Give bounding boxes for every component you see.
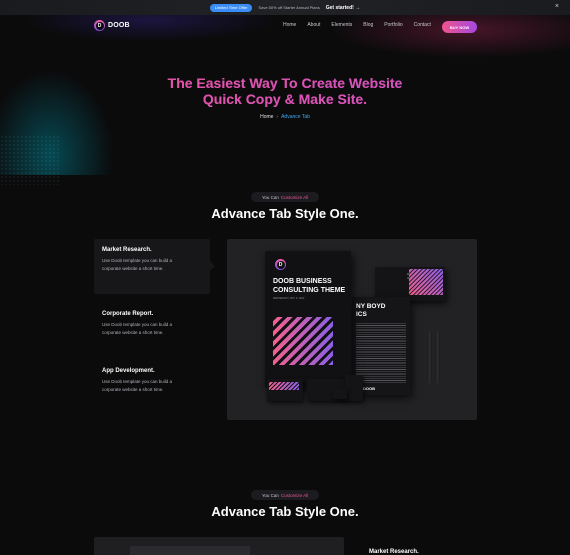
buy-now-button[interactable]: BUY NOW [442, 21, 477, 33]
nav-about[interactable]: About [307, 22, 320, 28]
breadcrumb: Home › Advance Tab [0, 114, 570, 120]
logo-icon: D [94, 20, 105, 31]
promo-text: Save 50% off Starter Annual Plans [258, 5, 320, 10]
promo-bar: Limited Time Offer Save 50% off Starter … [0, 0, 570, 15]
tab-market-research-2[interactable]: Market Research. [369, 549, 419, 555]
get-started-link[interactable]: Get started! → [326, 5, 360, 11]
promo-tag: Limited Time Offer [209, 3, 253, 12]
dot-pattern [0, 135, 60, 185]
breadcrumb-separator: › [276, 114, 279, 120]
page-title: The Easiest Way To Create Website Quick … [0, 75, 570, 107]
logo[interactable]: D DOOB [94, 20, 130, 31]
nav-blog[interactable]: Blog [363, 22, 373, 28]
small-card-mockup [333, 389, 347, 399]
breadcrumb-home[interactable]: Home [260, 114, 273, 120]
tab-description: Use Doob template you can build a corpora… [102, 258, 173, 271]
breadcrumb-current: Advance Tab [281, 114, 310, 120]
tab-app-development[interactable]: App Development. Use Doob template you c… [94, 360, 210, 410]
page-title-line2: Quick Copy & Make Site. [0, 91, 570, 107]
pen-mockup [427, 331, 432, 383]
tab-description: Use Doob template you can build a corpora… [102, 379, 173, 392]
tab-corporate-report[interactable]: Corporate Report. Use Doob template you … [94, 303, 210, 353]
section-badge: You Can Customize All [251, 192, 319, 202]
section-badge-2: You Can Customize All [251, 490, 319, 500]
nav-contact[interactable]: Contact [414, 22, 431, 28]
close-icon[interactable]: × [555, 3, 559, 10]
nav-portfolio[interactable]: Portfolio [384, 22, 402, 28]
business-card-mockup: MODERN BRANDINGIDENTITY MOCKUP [375, 267, 445, 301]
tab-title: Market Research. [102, 247, 152, 253]
tab-title: Corporate Report. [102, 311, 154, 317]
main-nav: Home About Elements Blog Portfolio Conta… [283, 22, 431, 28]
pen-mockup [435, 331, 440, 383]
book-cover-mockup: D DOOB BUSINESS CONSULTING THEME WEDNESD… [265, 251, 351, 387]
logo-text: DOOB [108, 22, 130, 29]
page-title-line1: The Easiest Way To Create Website [0, 75, 570, 91]
section-title-2: Advance Tab Style One. [211, 504, 359, 519]
nav-elements[interactable]: Elements [331, 22, 352, 28]
tab-content-image-2 [94, 537, 344, 555]
small-card-mockup [267, 379, 303, 401]
tab-content-image: MODERN BRANDINGIDENTITY MOCKUP NY BOYDIC… [227, 239, 477, 420]
section-title: Advance Tab Style One. [211, 206, 359, 221]
tab-description: Use Doob template you can build a corpora… [102, 322, 173, 335]
doob-logo-icon: D [275, 259, 286, 270]
tab-market-research[interactable]: Market Research. Use Doob template you c… [94, 239, 215, 294]
nav-home[interactable]: Home [283, 22, 296, 28]
small-card-mockup [345, 375, 363, 401]
tab-title: App Development. [102, 368, 155, 374]
stripe-graphic [273, 317, 333, 365]
page: Limited Time Offer Save 50% off Starter … [0, 0, 570, 555]
